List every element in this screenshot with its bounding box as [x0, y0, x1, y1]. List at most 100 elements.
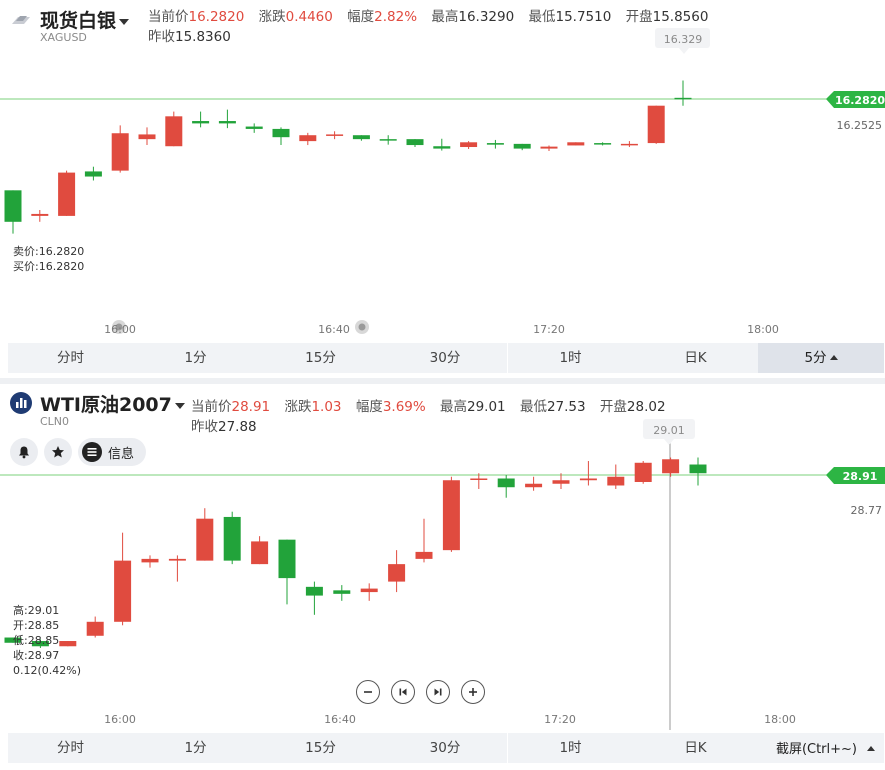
minus-icon: [364, 691, 372, 693]
candle-body: [251, 541, 269, 565]
candle-body: [497, 478, 515, 488]
candle-body: [58, 172, 76, 216]
candle-body: [567, 142, 585, 146]
tab-daily[interactable]: 日K: [633, 343, 758, 373]
tab-timeshare[interactable]: 分时: [8, 733, 133, 763]
candle-body: [86, 621, 104, 636]
candle-body: [305, 586, 323, 596]
candle-body: [4, 190, 22, 222]
chevron-up-icon: [867, 746, 875, 751]
bid-ask-info: 卖价:16.2820 买价:16.2820: [13, 244, 84, 274]
candle-body: [192, 121, 210, 124]
ohlc-close: 收:28.97: [13, 649, 60, 662]
tab-1hour[interactable]: 1时: [508, 733, 633, 763]
candle-body: [620, 143, 638, 146]
chevron-up-icon: [829, 355, 838, 360]
candle-body: [634, 462, 652, 482]
candle-body: [111, 133, 129, 171]
time-label: 16:00: [104, 323, 136, 336]
candle-body: [442, 480, 460, 551]
time-label: 17:20: [544, 713, 576, 726]
candle-body: [168, 558, 186, 561]
star-icon: [52, 446, 64, 458]
candlestick-chart[interactable]: 29.01 28.91 28.77 16:00 16:40 17:20 18:0…: [0, 384, 885, 730]
candle-body: [470, 478, 488, 480]
candle-body: [552, 480, 570, 484]
candle-body: [165, 116, 183, 147]
candle-body: [196, 518, 214, 561]
candle-body: [406, 139, 424, 146]
screenshot-label: 截屏(Ctrl+~): [775, 742, 857, 757]
ohlc-open: 开:28.85: [13, 619, 60, 632]
time-label: 18:00: [764, 713, 796, 726]
tab-30min[interactable]: 30分: [383, 733, 507, 763]
price-badge-label: 16.2820: [835, 94, 885, 107]
candles-group: [4, 457, 707, 649]
candle-body: [607, 476, 625, 486]
tab-timeshare[interactable]: 分时: [8, 343, 133, 373]
side-price-label: 16.2525: [837, 119, 883, 132]
tab-5min-label: 5分: [804, 350, 827, 366]
tab-15min[interactable]: 15分: [258, 343, 383, 373]
candle-body: [272, 128, 290, 138]
buy-price: 买价:16.2820: [13, 260, 85, 273]
candle-body: [114, 560, 132, 622]
chart-canvas[interactable]: 16.329 16.2820 16.2525 16:00 16:40 17:20…: [0, 0, 885, 340]
sell-price: 卖价:16.2820: [13, 245, 85, 258]
tab-1min[interactable]: 1分: [133, 343, 258, 373]
candlestick-chart[interactable]: 16.329 16.2820 16.2525 16:00 16:40 17:20…: [0, 0, 885, 340]
screenshot-button[interactable]: 截屏(Ctrl+~): [776, 738, 875, 757]
candle-body: [689, 464, 707, 474]
zoom-out-button[interactable]: [356, 680, 380, 704]
candle-body: [415, 551, 433, 559]
favorite-button[interactable]: [44, 438, 72, 466]
candle-body: [379, 139, 397, 141]
time-label: 18:00: [747, 323, 779, 336]
candle-body: [647, 105, 665, 144]
candle-body: [486, 143, 504, 145]
alert-button[interactable]: [10, 438, 38, 466]
skip-forward-icon: [434, 688, 442, 696]
time-label: 16:00: [104, 713, 136, 726]
bell-icon: [19, 446, 29, 459]
period-tabs: 分时 1分 15分 30分 1时 日K: [8, 733, 884, 763]
high-marker: 16.329: [655, 28, 710, 54]
tab-30min[interactable]: 30分: [383, 343, 507, 373]
tab-5min[interactable]: 5分: [758, 343, 884, 373]
candle-body: [326, 134, 344, 136]
jump-start-button[interactable]: [391, 680, 415, 704]
period-tabs: 分时 1分 15分 30分 1时 日K 5分: [8, 343, 884, 373]
candle-body: [278, 539, 296, 579]
info-button[interactable]: 信息: [78, 438, 147, 466]
candle-body: [360, 588, 378, 593]
candle-body: [594, 143, 612, 145]
price-badge: 28.91: [826, 467, 885, 484]
silver-panel: 现货白银 XAGUSD 当前价16.2820 涨跌0.4460 幅度2.82% …: [0, 0, 885, 378]
tab-daily[interactable]: 日K: [633, 733, 758, 763]
zoom-in-button[interactable]: [461, 680, 485, 704]
candle-body: [460, 142, 478, 148]
tab-1hour[interactable]: 1时: [508, 343, 633, 373]
chart-canvas[interactable]: 29.01 28.91 28.77 16:00 16:40 17:20 18:0…: [0, 384, 885, 730]
price-badge: 16.2820: [826, 91, 885, 108]
candle-body: [540, 146, 558, 149]
jump-end-button[interactable]: [426, 680, 450, 704]
skip-back-icon: [399, 688, 407, 696]
candle-body: [141, 558, 159, 563]
candle-body: [579, 478, 597, 481]
high-marker: 29.01: [643, 419, 695, 445]
chart-nav-controls: [356, 680, 485, 704]
candle-body: [352, 135, 370, 140]
high-marker-label: 16.329: [664, 33, 703, 46]
tab-1min[interactable]: 1分: [133, 733, 258, 763]
candle-body: [218, 121, 236, 124]
info-label: 信息: [108, 446, 135, 462]
candle-body: [433, 146, 451, 149]
tab-15min[interactable]: 15分: [258, 733, 383, 763]
ohlc-tooltip: 高:29.01 开:28.85 低:28.85 收:28.97 0.12(0.4…: [13, 603, 81, 678]
time-label: 17:20: [533, 323, 565, 336]
time-label: 16:40: [324, 713, 356, 726]
plus-icon: [469, 688, 477, 696]
candle-body: [245, 126, 263, 129]
candle-body: [388, 564, 406, 582]
